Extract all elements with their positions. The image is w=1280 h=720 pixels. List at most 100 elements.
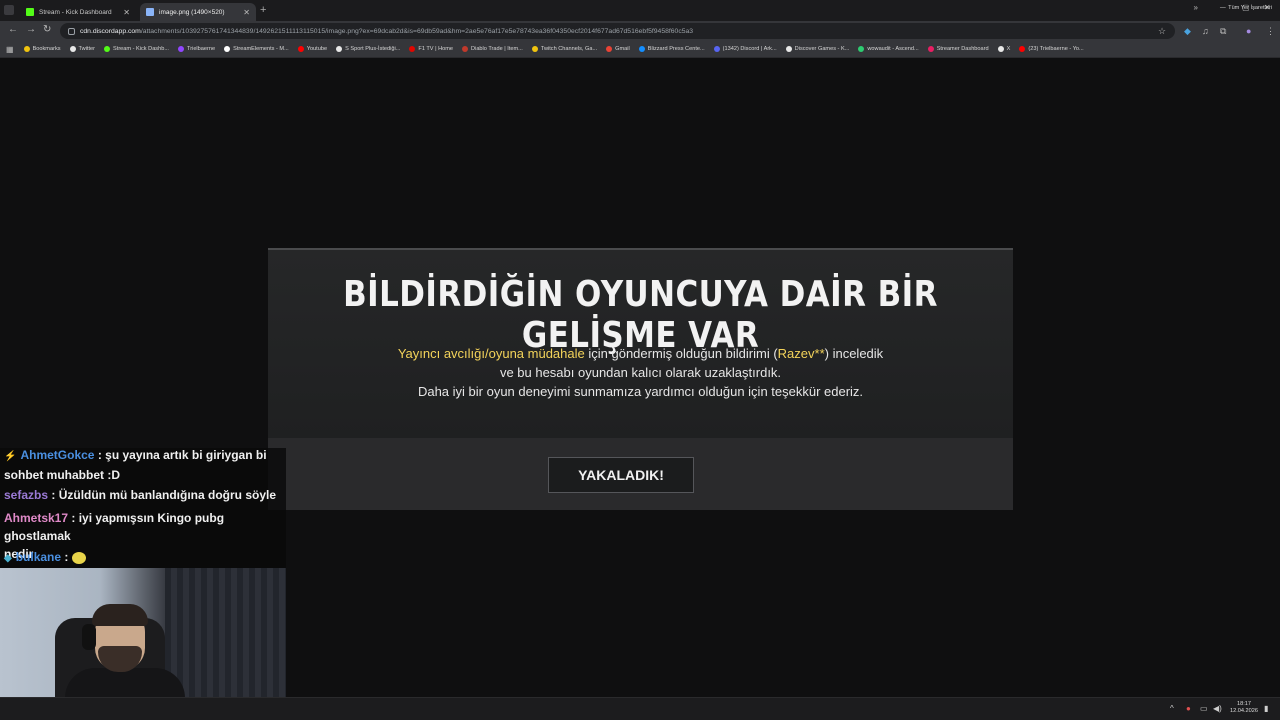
bookmark-item[interactable]: Diablo Trade | Item... [462, 46, 523, 52]
bookmark-favicon-icon [1019, 46, 1026, 52]
bookmark-favicon-icon [224, 46, 231, 52]
extension-icon[interactable]: ◆ [1184, 26, 1191, 37]
microphone-icon[interactable]: ● [1186, 704, 1191, 713]
bookmark-favicon-icon [409, 46, 416, 52]
tab-image[interactable]: image.png (1490×520) ✕ [140, 3, 256, 21]
url-path: /attachments/1039275761741344839/1492621… [140, 27, 694, 35]
report-result-dialog: BİLDİRDİĞİN OYUNCUYA DAİR BİR GELİŞME VA… [268, 248, 1013, 510]
bookmark-item[interactable]: Gmail [606, 46, 630, 52]
stream-chat-overlay: ⚡ AhmetGokce : şu yayına artık bi giriyga… [0, 448, 286, 568]
kick-icon [26, 8, 34, 16]
dialog-content: BİLDİRDİĞİN OYUNCUYA DAİR BİR GELİŞME VA… [268, 250, 1013, 438]
bookmark-item[interactable]: StreamElements - M... [224, 46, 289, 52]
notifications-icon[interactable]: ▮ [1264, 704, 1268, 713]
apps-icon[interactable]: ▦ [6, 45, 14, 54]
message-line-2: ve bu hesabı oyundan kalıcı olarak uzakl… [499, 365, 782, 380]
tab-strip: Stream - Kick Dashboard ✕ image.png (149… [0, 0, 1280, 21]
reload-icon[interactable]: ↻ [43, 24, 51, 35]
chat-message: sefazbs : Üzüldün mü banlandığına doğru … [4, 488, 277, 502]
menu-icon[interactable]: ⋮ [1266, 26, 1275, 37]
more-bookmarks-icon[interactable]: » [1194, 3, 1198, 12]
bookmark-label: Youtube [306, 46, 328, 52]
bookmark-favicon-icon [858, 46, 865, 52]
bookmark-item[interactable]: Bookmarks [23, 46, 61, 52]
extensions-puzzle-icon[interactable]: ⧉ [1220, 26, 1226, 37]
bookmark-label: Stream - Kick Dashb... [113, 46, 169, 52]
bookmark-item[interactable]: (23) Trielbaerne - Yo... [1019, 46, 1084, 52]
bookmark-favicon-icon [23, 46, 30, 52]
chat-username: bulkane [15, 550, 62, 564]
bookmark-favicon-icon [606, 46, 613, 52]
chat-message: ◆ bulkane : [4, 548, 284, 568]
headset-icon [82, 624, 96, 650]
system-clock[interactable]: 18:17 12.04.2026 [1230, 701, 1258, 715]
bookmark-label: F1 TV | Home [418, 46, 454, 52]
dialog-message: Yayıncı avcılığı/oyuna müdahale için gön… [268, 344, 1013, 401]
taskbar: ^ ● ▭ ◀) 18:17 12.04.2026 ▮ [0, 697, 1280, 720]
address-bar[interactable]: cdn.discordapp.com /attachments/10392757… [60, 23, 1175, 39]
bookmark-favicon-icon [462, 46, 469, 52]
acknowledge-button[interactable]: YAKALADIK! [548, 457, 694, 493]
bookmark-label: X [1006, 46, 1011, 52]
bookmark-favicon-icon [104, 46, 111, 52]
bookmark-label: Gmail [615, 46, 630, 52]
bookmark-item[interactable]: wowaudit - Ascend... [858, 46, 919, 52]
image-icon [146, 8, 154, 16]
bookmark-item[interactable]: Stream - Kick Dashb... [104, 46, 169, 52]
chat-username: sefazbs [4, 488, 49, 502]
bookmark-label: Twitch Channels, Ga... [540, 46, 598, 52]
bookmark-item[interactable]: Streamer Dashboard [927, 46, 989, 52]
bookmark-item[interactable]: S Sport Plus-İstediği... [336, 46, 400, 52]
bookmark-item[interactable]: F1 TV | Home [409, 46, 453, 52]
minimize-icon[interactable]: ─ [1220, 3, 1226, 12]
media-icon[interactable]: ♫ [1202, 26, 1209, 36]
bookmark-favicon-icon [531, 46, 538, 52]
badge-icon: ⚡ [4, 451, 17, 462]
tab-kick-dashboard[interactable]: Stream - Kick Dashboard ✕ [20, 3, 136, 21]
bookmark-favicon-icon [997, 46, 1004, 52]
bookmarks-bar: ▦ Bookmarks Twitter Stream - Kick Dashb...… [0, 41, 1280, 58]
back-icon[interactable]: ← [8, 24, 18, 35]
tab-title: image.png (1490×520) [159, 8, 225, 16]
bookmark-item[interactable]: X [997, 46, 1011, 52]
dialog-footer: YAKALADIK! [268, 438, 1013, 510]
chat-username: AhmetGokce [20, 448, 95, 462]
bookmark-item[interactable]: Blizzard Press Cente... [638, 46, 705, 52]
volume-icon[interactable]: ◀) [1213, 704, 1222, 713]
bookmark-favicon-icon [638, 46, 645, 52]
bookmark-favicon-icon [69, 46, 76, 52]
bookmark-label: Blizzard Press Cente... [647, 46, 705, 52]
bookmark-label: S Sport Plus-İstediği... [345, 46, 401, 52]
bookmark-favicon-icon [927, 46, 934, 52]
bookmark-label: Trielbaerne [187, 46, 216, 52]
star-icon[interactable]: ☆ [1158, 26, 1166, 37]
bookmark-item[interactable]: (1342) Discord | Ark... [713, 46, 777, 52]
tray-chevron-icon[interactable]: ^ [1170, 704, 1174, 713]
chat-username: Ahmetsk17 [4, 511, 69, 525]
site-info-icon[interactable] [68, 27, 75, 35]
diamond-badge-icon: ◆ [4, 553, 12, 564]
bookmark-item[interactable]: Discover Games - K... [785, 46, 849, 52]
close-tab-icon[interactable]: ✕ [243, 8, 250, 17]
bookmark-item[interactable]: Trielbaerne [178, 46, 215, 52]
bookmark-label: Streamer Dashboard [936, 46, 989, 52]
all-bookmarks[interactable]: Tüm Yer İşaretleri [1228, 5, 1272, 11]
network-icon[interactable]: ▭ [1200, 704, 1208, 713]
reported-player: Razev** [777, 346, 825, 361]
new-tab-icon[interactable]: + [260, 4, 266, 16]
profile-avatar[interactable]: ● [1246, 26, 1251, 36]
message-line-1: Yayıncı avcılığı/oyuna müdahale için gön… [397, 346, 884, 361]
url-host: cdn.discordapp.com [80, 27, 141, 35]
bookmark-item[interactable]: Youtube [297, 46, 328, 52]
bookmark-item[interactable]: Twitch Channels, Ga... [531, 46, 598, 52]
bookmark-label: Bookmarks [32, 46, 61, 52]
close-tab-icon[interactable]: ✕ [123, 8, 130, 17]
bookmark-favicon-icon [785, 46, 792, 52]
bookmark-label: Twitter [78, 46, 96, 52]
bookmark-label: wowaudit - Ascend... [867, 46, 919, 52]
bookmark-item[interactable]: Twitter [69, 46, 96, 52]
forward-icon[interactable]: → [26, 24, 36, 35]
bookmark-favicon-icon [336, 46, 343, 52]
bookmark-label: Diablo Trade | Item... [471, 46, 523, 52]
tab-search-icon[interactable] [4, 5, 14, 15]
